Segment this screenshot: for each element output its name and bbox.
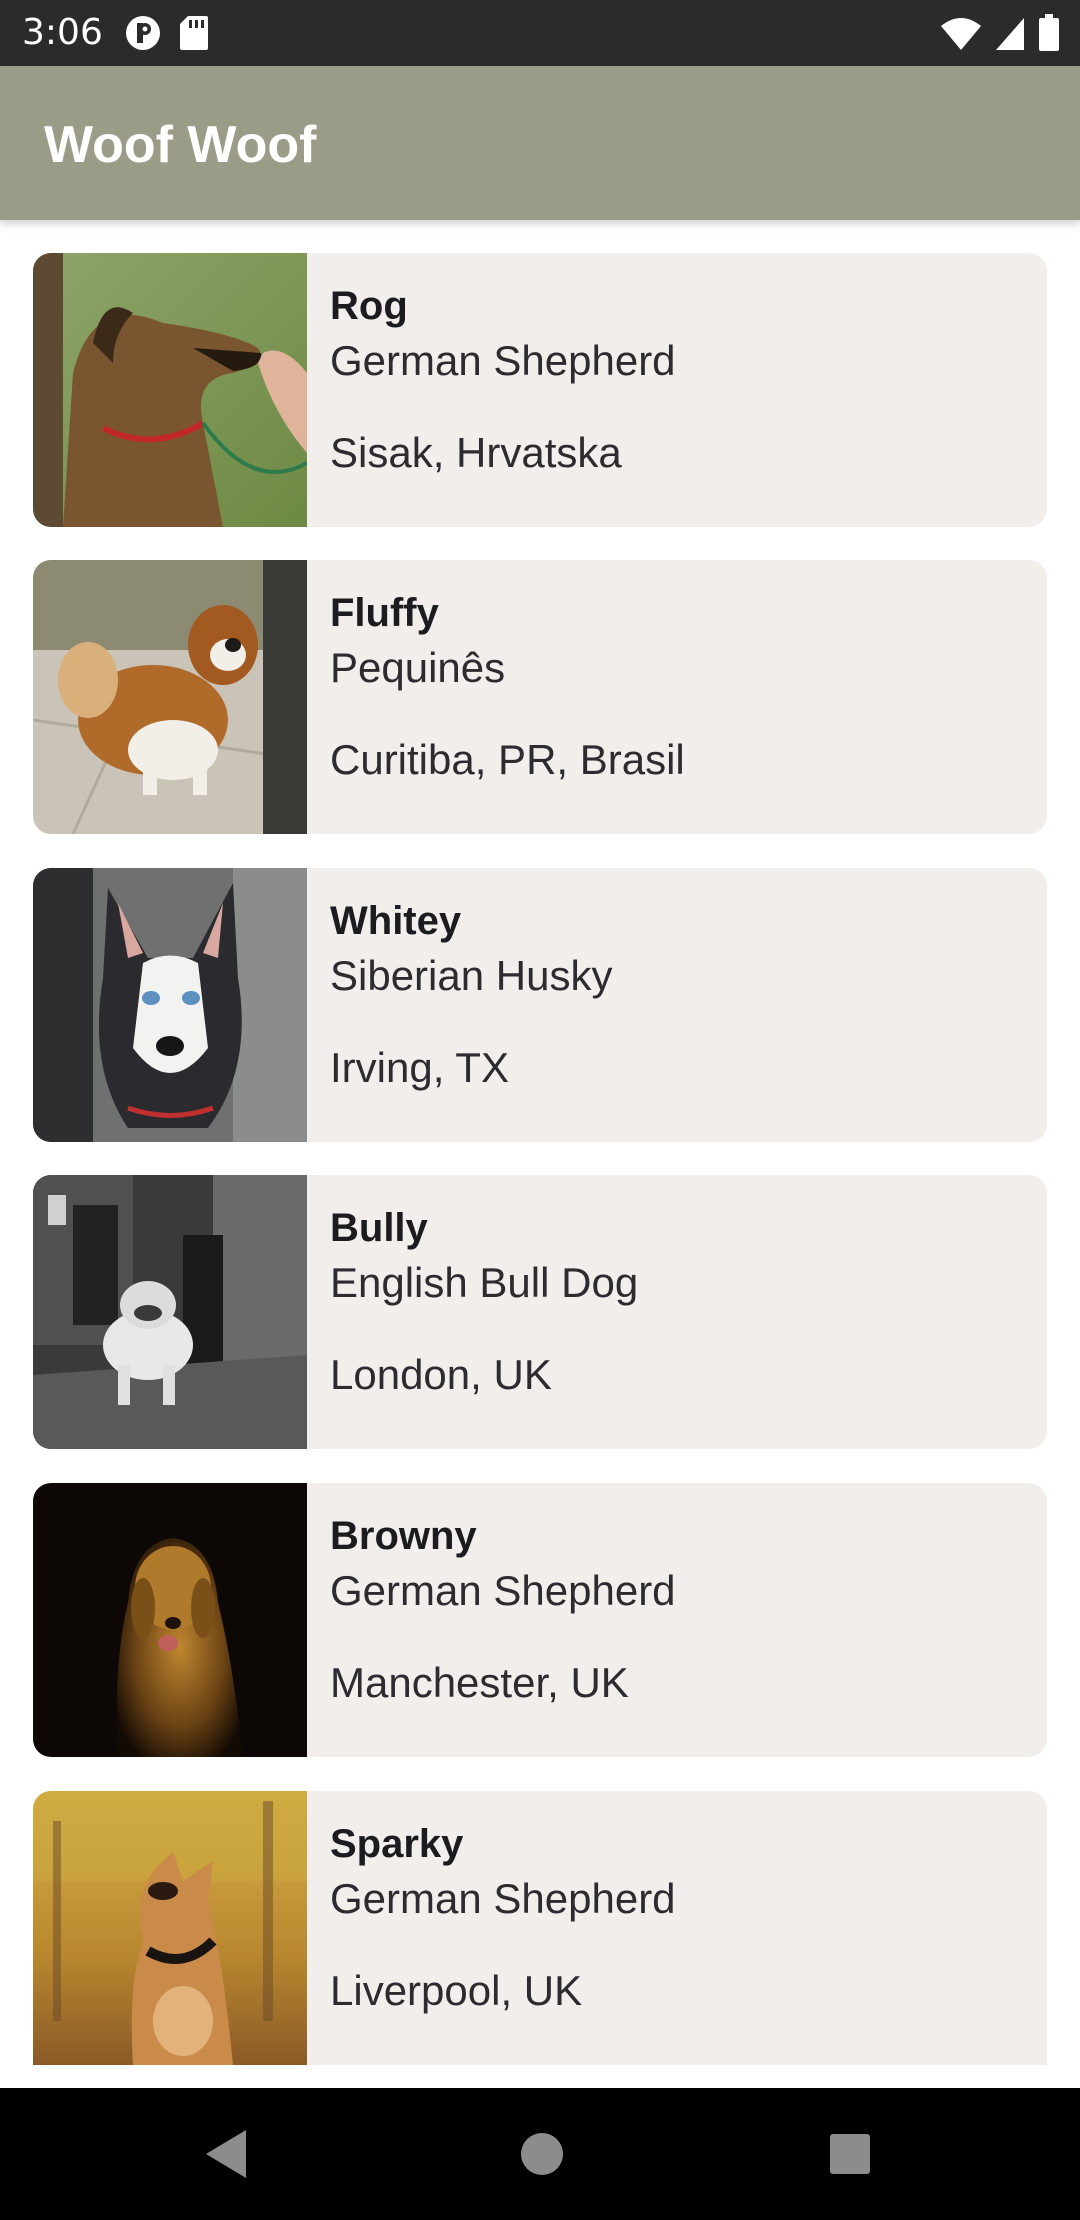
app-title: Woof Woof [44,116,317,174]
dog-location: Curitiba, PR, Brasil [330,736,685,783]
dog-location: Sisak, Hrvatska [330,429,622,476]
dog-photo-bulldog [33,1175,307,1449]
back-icon[interactable] [198,2124,254,2189]
dog-name: Rog [330,284,408,328]
dog-breed: Pequinês [330,644,506,691]
app-bar: Woof Woof [0,66,1080,220]
cellular-signal-icon [994,16,1026,57]
sd-card-icon [178,14,210,57]
dog-name: Whitey [330,899,462,943]
dog-card[interactable]: Rog German Shepherd Sisak, Hrvatska [33,253,1047,527]
dog-breed: Siberian Husky [330,952,613,999]
dog-name: Bully [330,1206,428,1250]
dog-name: Sparky [330,1822,464,1866]
dog-card[interactable]: Whitey Siberian Husky Irving, TX [33,868,1047,1142]
dog-location: Irving, TX [330,1044,509,1091]
dog-location: Manchester, UK [330,1659,629,1706]
dog-location: Liverpool, UK [330,1967,583,2014]
dog-photo-husky [33,868,307,1142]
dog-list[interactable]: Rog German Shepherd Sisak, Hrvatska Fluf… [0,220,1080,2088]
home-icon[interactable] [512,2124,572,2189]
battery-icon [1038,14,1060,57]
dog-photo-tan-dog [33,1791,307,2065]
dog-location: London, UK [330,1351,552,1398]
dog-card[interactable]: Bully English Bull Dog London, UK [33,1175,1047,1449]
dog-breed: German Shepherd [330,1875,676,1922]
dog-card[interactable]: Browny German Shepherd Manchester, UK [33,1483,1047,1757]
data-saver-icon [124,14,162,57]
navigation-bar [0,2088,1080,2220]
dog-photo-pekingese [33,560,307,834]
dog-card[interactable]: Sparky German Shepherd Liverpool, UK [33,1791,1047,2065]
dog-card[interactable]: Fluffy Pequinês Curitiba, PR, Brasil [33,560,1047,834]
status-time: 3:06 [22,12,103,53]
wifi-icon [940,16,982,57]
dog-name: Browny [330,1514,477,1558]
dog-breed: German Shepherd [330,337,676,384]
dog-breed: German Shepherd [330,1567,676,1614]
dog-breed: English Bull Dog [330,1259,639,1306]
dog-photo-golden [33,1483,307,1757]
status-bar: 3:06 [0,0,1080,66]
dog-photo-german-shepherd [33,253,307,527]
recents-icon[interactable] [820,2124,880,2189]
dog-name: Fluffy [330,591,439,635]
